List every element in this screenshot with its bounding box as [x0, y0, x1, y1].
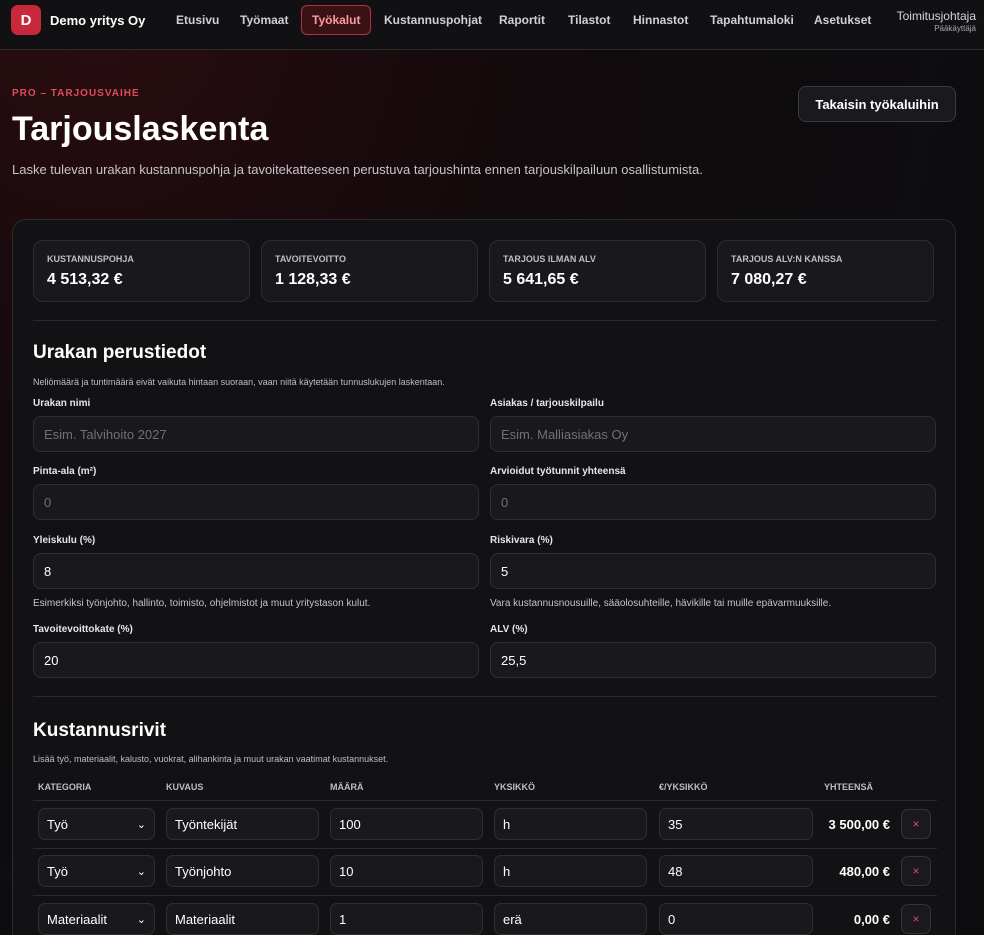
section-title-costs: Kustannusrivit — [33, 720, 167, 741]
logo-icon[interactable]: D — [11, 5, 41, 35]
stat-target-profit: TAVOITEVOITTO 1 128,33 € — [261, 240, 478, 302]
stat-label: TARJOUS ILMAN ALV — [503, 254, 596, 264]
chevron-down-icon: ⌄ — [136, 818, 146, 831]
calculator-card: KUSTANNUSPOHJA 4 513,32 € TAVOITEVOITTO … — [12, 219, 956, 935]
nav-item-tapahtumaloki[interactable]: Tapahtumaloki — [700, 5, 804, 35]
description-input[interactable]: Työnjohto — [166, 855, 319, 887]
stat-offer-excl-vat: TARJOUS ILMAN ALV 5 641,65 € — [489, 240, 706, 302]
stat-value: 5 641,65 € — [503, 271, 579, 288]
brand-name[interactable]: Demo yritys Oy — [50, 13, 145, 28]
vat-input[interactable] — [490, 642, 936, 678]
chevron-down-icon: ⌄ — [136, 913, 146, 926]
column-header-unit: YKSIKKÖ — [494, 782, 536, 792]
row-total: 3 500,00 € — [828, 817, 890, 832]
stat-label: KUSTANNUSPOHJA — [47, 254, 134, 264]
delete-row-button[interactable]: × — [901, 904, 931, 934]
unit-price-input[interactable]: 35 — [659, 808, 813, 840]
row-divider — [33, 848, 937, 849]
stat-value: 4 513,32 € — [47, 271, 123, 288]
back-to-tools-button[interactable]: Takaisin työkaluihin — [798, 86, 956, 122]
nav-item-asetukset[interactable]: Asetukset — [804, 5, 881, 35]
row-total: 0,00 € — [853, 912, 890, 927]
user-role: Pääkäyttäjä — [934, 24, 976, 33]
nav-item-tilastot[interactable]: Tilastot — [558, 5, 620, 35]
category-select-value: Työ — [47, 816, 68, 832]
overhead-input[interactable] — [33, 553, 479, 589]
category-select-value: Työ — [47, 863, 68, 879]
nav-item-tyomaat[interactable]: Työmaat — [230, 5, 298, 35]
category-select-value: Materiaalit — [47, 911, 107, 927]
unit-input[interactable]: h — [494, 808, 647, 840]
page-eyebrow: PRO – TARJOUSVAIHE — [12, 88, 140, 99]
page-title: Tarjouslaskenta — [12, 110, 269, 148]
row-divider — [33, 895, 937, 896]
unit-input[interactable]: erä — [494, 903, 647, 935]
column-header-quantity: MÄÄRÄ — [330, 782, 364, 792]
category-select[interactable]: Materiaalit ⌄ — [38, 903, 155, 935]
label-hours: Arvioidut työtunnit yhteensä — [490, 466, 626, 477]
category-select[interactable]: Työ ⌄ — [38, 855, 155, 887]
overhead-help: Esimerkiksi työnjohto, hallinto, toimist… — [33, 598, 371, 609]
risk-help: Vara kustannusnousuille, sääolosuhteille… — [490, 598, 832, 609]
description-input[interactable]: Materiaalit — [166, 903, 319, 935]
page-description: Laske tulevan urakan kustannuspohja ja t… — [12, 162, 703, 177]
label-client: Asiakas / tarjouskilpailu — [490, 398, 604, 409]
label-vat: ALV (%) — [490, 624, 528, 635]
label-project-name: Urakan nimi — [33, 398, 91, 409]
column-header-total: YHTEENSÄ — [824, 782, 874, 792]
quantity-input[interactable]: 1 — [330, 903, 483, 935]
user-name[interactable]: Toimitusjohtaja — [897, 9, 976, 23]
margin-input[interactable] — [33, 642, 479, 678]
section-description-costs: Lisää työ, materiaalit, kalusto, vuokrat… — [33, 754, 389, 764]
label-overhead: Yleiskulu (%) — [33, 535, 96, 546]
column-header-description: KUVAUS — [166, 782, 204, 792]
divider — [33, 696, 937, 697]
section-title-basics: Urakan perustiedot — [33, 342, 207, 363]
delete-row-button[interactable]: × — [901, 809, 931, 839]
table-header-divider — [33, 800, 937, 801]
delete-row-button[interactable]: × — [901, 856, 931, 886]
area-input[interactable] — [33, 484, 479, 520]
stat-offer-incl-vat: TARJOUS ALV:N KANSSA 7 080,27 € — [717, 240, 934, 302]
label-risk: Riskivara (%) — [490, 535, 553, 546]
stat-value: 1 128,33 € — [275, 271, 351, 288]
stat-cost-base: KUSTANNUSPOHJA 4 513,32 € — [33, 240, 250, 302]
nav-item-etusivu[interactable]: Etusivu — [166, 5, 229, 35]
quantity-input[interactable]: 100 — [330, 808, 483, 840]
nav-item-raportit[interactable]: Raportit — [489, 5, 555, 35]
chevron-down-icon: ⌄ — [136, 865, 146, 878]
hours-input[interactable] — [490, 484, 936, 520]
client-input[interactable] — [490, 416, 936, 452]
column-header-category: KATEGORIA — [38, 782, 92, 792]
column-header-unit-price: €/YKSIKKÖ — [659, 782, 708, 792]
label-margin: Tavoitevoittokate (%) — [33, 624, 133, 635]
stat-label: TAVOITEVOITTO — [275, 254, 347, 264]
nav-item-hinnastot[interactable]: Hinnastot — [623, 5, 698, 35]
section-description-basics: Neliömäärä ja tuntimäärä eivät vaikuta h… — [33, 377, 445, 387]
category-select[interactable]: Työ ⌄ — [38, 808, 155, 840]
label-area: Pinta-ala (m²) — [33, 466, 97, 477]
project-name-input[interactable] — [33, 416, 479, 452]
top-navbar: D Demo yritys Oy Etusivu Työmaat Työkalu… — [0, 0, 984, 50]
unit-price-input[interactable]: 0 — [659, 903, 813, 935]
stat-label: TARJOUS ALV:N KANSSA — [731, 254, 843, 264]
nav-item-tyokalut[interactable]: Työkalut — [301, 5, 372, 35]
divider — [33, 320, 937, 321]
risk-input[interactable] — [490, 553, 936, 589]
row-total: 480,00 € — [839, 864, 890, 879]
unit-input[interactable]: h — [494, 855, 647, 887]
stat-value: 7 080,27 € — [731, 271, 807, 288]
unit-price-input[interactable]: 48 — [659, 855, 813, 887]
nav-item-kustannuspohjat[interactable]: Kustannuspohjat — [374, 5, 492, 35]
description-input[interactable]: Työntekijät — [166, 808, 319, 840]
quantity-input[interactable]: 10 — [330, 855, 483, 887]
